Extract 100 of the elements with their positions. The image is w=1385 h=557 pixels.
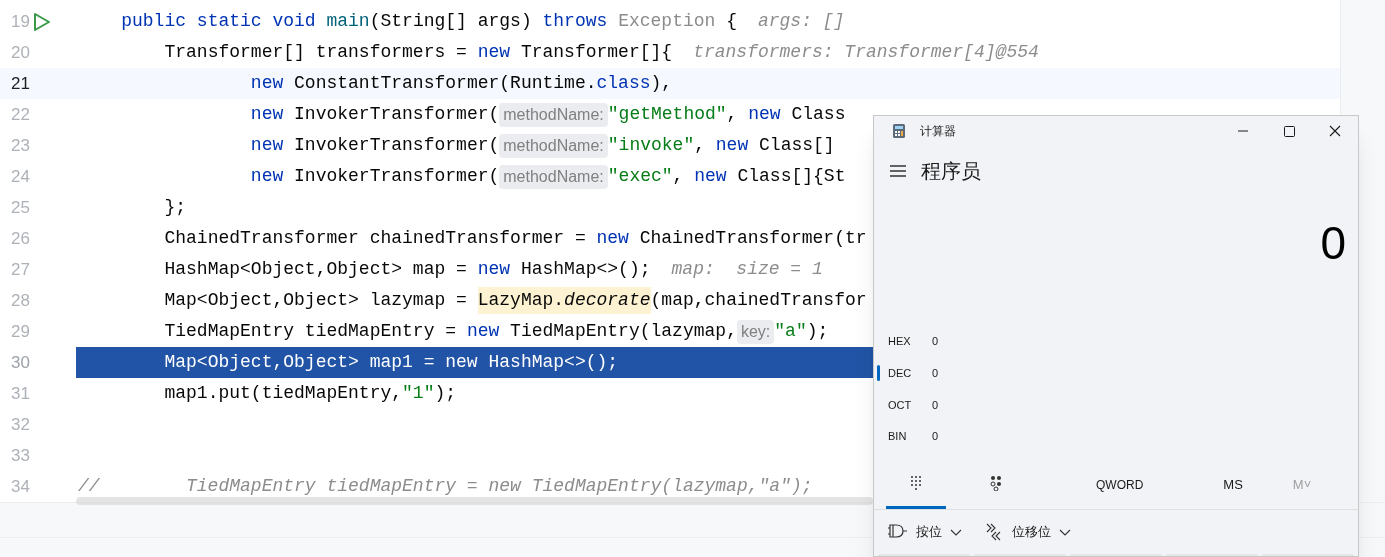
display-value: 0 [1320, 215, 1346, 271]
bit-toggle-icon [989, 475, 1003, 492]
chevron-down-icon [1059, 528, 1071, 537]
code-text: Class[]{St [737, 165, 846, 188]
word-size-button[interactable]: QWORD [1096, 475, 1144, 494]
code-text: new [477, 258, 512, 281]
code-text: ChainedTransformer chainedTransformer = [164, 227, 587, 250]
code-text: new [477, 41, 512, 64]
horizontal-scrollbar[interactable] [76, 497, 873, 505]
code-text: Exception [618, 10, 716, 33]
code-text: "invoke" [607, 134, 695, 157]
code-text: new [715, 134, 750, 157]
code-text: new [250, 103, 285, 126]
code-text: ); [434, 382, 457, 405]
code-text: InvokerTransformer( [294, 134, 500, 157]
code-text: InvokerTransformer( [294, 165, 500, 188]
mode-title: 程序员 [921, 158, 981, 184]
code-text: { [725, 10, 737, 33]
code-text: decorate [564, 287, 651, 314]
line-number: 22 [10, 103, 30, 126]
run-icon[interactable] [33, 11, 51, 32]
radix-label[interactable]: DEC [888, 364, 932, 382]
line-number: 32 [10, 413, 30, 436]
code-text: Transformer[] transformers = [164, 41, 468, 64]
memory-button[interactable]: MS [1223, 475, 1243, 495]
line-number: 20 [10, 41, 30, 64]
code-text: class [596, 72, 651, 95]
radix-value: 0 [932, 429, 939, 445]
code-text: HashMap<>(); [520, 258, 651, 281]
code-text: (map,chainedTransfor [650, 289, 867, 312]
calculator-app-icon [892, 123, 906, 139]
code-text: HashMap<Object,Object> map = [164, 258, 468, 281]
code-text: ConstantTransformer(Runtime. [294, 72, 597, 95]
code-text: (String[] args) [369, 10, 533, 33]
code-text: main [326, 10, 370, 33]
code-text: "1" [402, 382, 435, 405]
code-text: map1.put(tiedMapEntry, [164, 382, 403, 405]
inline-value: args: [] [757, 10, 845, 33]
code-text: new [250, 134, 285, 157]
code-text: new [250, 165, 285, 188]
line-number: 34 [10, 475, 30, 498]
line-number: 21 [10, 72, 30, 95]
parameter-hint: methodName: [499, 164, 608, 189]
key-button[interactable] [974, 554, 1066, 557]
code-text: ), [650, 72, 673, 95]
code-text: "getMethod" [607, 103, 727, 126]
operation-dropdown[interactable]: 位移位 [982, 522, 1073, 542]
line-number: 31 [10, 382, 30, 405]
line-number: 19 [10, 10, 30, 33]
code-text: Transformer[]{ [520, 41, 673, 64]
code-text: InvokerTransformer( [294, 103, 500, 126]
inline-value: transformers: Transformer[4]@554 [693, 41, 1039, 64]
code-text: new [466, 320, 501, 343]
key-button[interactable] [1166, 554, 1258, 557]
line-number: 26 [10, 227, 30, 250]
code-text: Map<Object,Object> lazymap = [164, 289, 468, 312]
key-button[interactable] [878, 554, 970, 557]
code-text: ChainedTransformer(tr [639, 227, 867, 250]
code-text: "exec" [607, 165, 673, 188]
menu-button[interactable] [888, 162, 908, 179]
operation-label: 按位 [916, 523, 942, 542]
code-text: TiedMapEntry(lazymap, [510, 320, 737, 343]
code-text: , [694, 134, 706, 157]
code-text: new [596, 227, 630, 250]
inline-value: map: size = 1 [671, 258, 823, 281]
code-text: ); [806, 320, 829, 343]
code-text: Class[] [759, 134, 835, 157]
line-number: 24 [10, 165, 30, 188]
radix-value: 0 [932, 365, 939, 381]
radix-label[interactable]: BIN [888, 428, 932, 445]
operation-dropdown[interactable]: 按位 [886, 522, 964, 542]
code-text: throws [542, 10, 609, 33]
line-number: 29 [10, 320, 30, 343]
line-number: 27 [10, 258, 30, 281]
line-number: 33 [10, 444, 30, 467]
radix-label[interactable]: HEX [888, 332, 932, 350]
code-text: , [726, 103, 739, 126]
code-text: , [672, 165, 685, 188]
code-text: TiedMapEntry tiedMapEntry = [164, 320, 458, 343]
code-text: Class [791, 103, 846, 126]
key-button[interactable] [1262, 554, 1354, 557]
chevron-down-icon [950, 528, 962, 537]
code-text: public static void [121, 10, 317, 33]
parameter-hint: methodName: [499, 102, 608, 127]
code-text: new [250, 72, 285, 95]
code-text: new [748, 103, 782, 126]
radix-label[interactable]: OCT [888, 396, 932, 414]
code-text: new [694, 165, 728, 188]
code-text: Map<Object,Object> map1 = new HashMap<>(); [164, 351, 619, 374]
line-number: 30 [10, 351, 30, 374]
keypad-icon [909, 475, 923, 492]
radix-value: 0 [932, 333, 939, 349]
line-number: 25 [10, 196, 30, 219]
window-title: 计算器 [920, 123, 957, 140]
parameter-hint: key: [736, 319, 775, 344]
code-comment: // TiedMapEntry tiedMapEntry = new TiedMapEntry(lazymap,"a"); [78, 475, 813, 498]
parameter-hint: methodName: [499, 133, 608, 158]
key-button[interactable] [1070, 554, 1162, 557]
code-text: }; [164, 196, 187, 219]
line-number: 28 [10, 289, 30, 312]
